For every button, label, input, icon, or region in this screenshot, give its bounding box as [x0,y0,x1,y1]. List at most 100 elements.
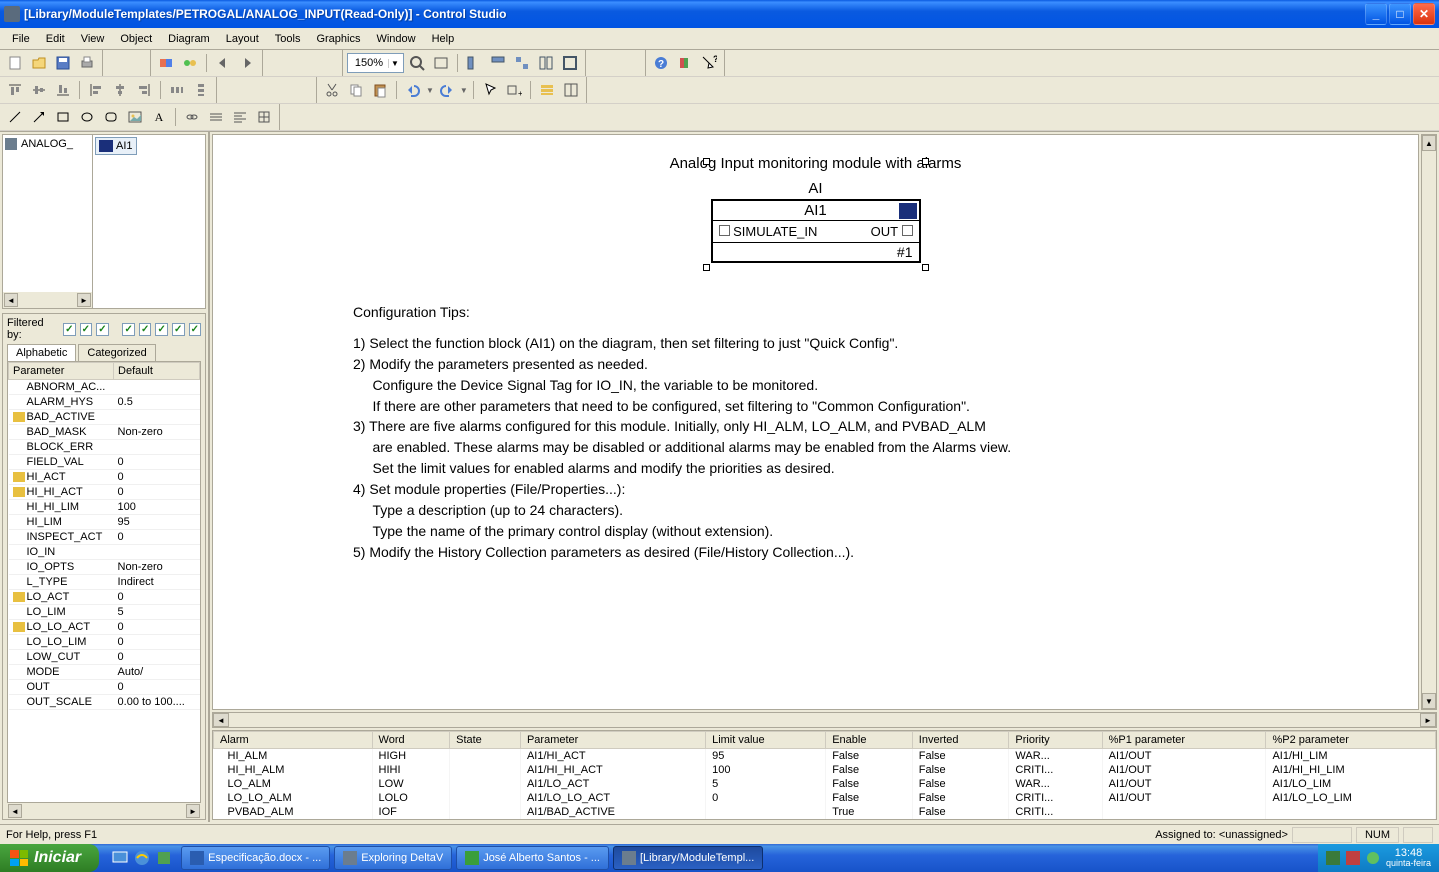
param-header-default[interactable]: Default [114,363,200,380]
tb-arrow-left[interactable] [212,52,234,74]
alarm-header[interactable]: Enable [826,732,913,749]
alarm-row[interactable]: PVBAD_ALMIOFAI1/BAD_ACTIVETrueFalseCRITI… [214,805,1436,819]
save-button[interactable] [52,52,74,74]
alarm-row[interactable]: HI_ALMHIGHAI1/HI_ACT95FalseFalseWAR...AI… [214,749,1436,764]
filter-check-2[interactable]: ✓ [80,323,93,336]
distribute-v-icon[interactable] [190,79,212,101]
filter-check-1[interactable]: ✓ [63,323,76,336]
cut-icon[interactable] [321,79,343,101]
lines2-icon[interactable] [229,106,251,128]
align-middle-icon[interactable] [28,79,50,101]
redo-dropdown-icon[interactable]: ▼ [460,86,468,95]
selection-handle[interactable] [922,158,929,165]
align-top-icon[interactable] [4,79,26,101]
undo-dropdown-icon[interactable]: ▼ [426,86,434,95]
alarm-list-icon[interactable] [536,79,558,101]
param-row[interactable]: L_TYPEIndirect [9,575,200,590]
tray-icon[interactable] [1346,851,1360,865]
view-toggle-icon[interactable] [560,79,582,101]
chevron-down-icon[interactable]: ▼ [388,59,401,68]
menu-window[interactable]: Window [368,31,423,47]
alarm-header[interactable]: State [450,732,521,749]
param-row[interactable]: OUT0 [9,680,200,695]
pointer-icon[interactable] [479,79,501,101]
window-4-icon[interactable] [535,52,557,74]
param-row[interactable]: LO_LO_LIM0 [9,635,200,650]
ql-ie-icon[interactable] [133,849,151,867]
param-row[interactable]: HI_HI_LIM100 [9,500,200,515]
undo-icon[interactable] [402,79,424,101]
hierarchy-scrollbar[interactable]: ◄► [3,292,92,308]
help-icon[interactable]: ? [650,52,672,74]
parameter-grid[interactable]: Parameter Default ABNORM_AC...ALARM_HYS0… [7,361,201,803]
ql-desktop-icon[interactable] [111,849,129,867]
tb-add-block[interactable] [155,52,177,74]
menu-file[interactable]: File [4,31,38,47]
alarm-header[interactable]: Inverted [912,732,1009,749]
filter-check-7[interactable]: ✓ [172,323,185,336]
param-row[interactable]: OUT_SCALE0.00 to 100.... [9,695,200,710]
align-center-icon[interactable] [109,79,131,101]
close-button[interactable]: ✕ [1413,3,1435,25]
taskbar-button[interactable]: José Alberto Santos - ... [456,846,609,870]
menu-object[interactable]: Object [112,31,160,47]
zoom-in-icon[interactable] [406,52,428,74]
tab-categorized[interactable]: Categorized [78,344,155,361]
minimize-button[interactable]: _ [1365,3,1387,25]
selection-handle[interactable] [703,264,710,271]
tb-arrow-right[interactable] [236,52,258,74]
param-row[interactable]: HI_HI_ACT0 [9,485,200,500]
books-icon[interactable] [674,52,696,74]
align-right-icon[interactable] [133,79,155,101]
alarm-row[interactable]: HI_HI_ALMHIHIAI1/HI_HI_ACT100FalseFalseC… [214,763,1436,777]
zoom-combo[interactable]: ▼ [347,53,404,73]
system-tray[interactable]: 13:48 quinta-feira [1318,844,1439,872]
filter-check-3[interactable]: ✓ [96,323,109,336]
new-button[interactable] [4,52,26,74]
print-button[interactable] [76,52,98,74]
alarm-row[interactable]: LO_ALMLOWAI1/LO_ACT5FalseFalseWAR...AI1/… [214,777,1436,791]
align-bottom-icon[interactable] [52,79,74,101]
taskbar-button[interactable]: Exploring DeltaV [334,846,452,870]
selection-handle[interactable] [703,158,710,165]
alarm-header[interactable]: Alarm [214,732,373,749]
alarm-header[interactable]: Parameter [520,732,705,749]
param-row[interactable]: LOW_CUT0 [9,650,200,665]
block-add-icon[interactable]: + [503,79,525,101]
hierarchy-root[interactable]: ANALOG_ [3,135,92,153]
copy-icon[interactable] [345,79,367,101]
rect-tool-icon[interactable] [52,106,74,128]
ellipse-tool-icon[interactable] [76,106,98,128]
diagram-scrollbar-v[interactable]: ▲▼ [1421,134,1437,710]
start-button[interactable]: Iniciar [0,844,99,872]
param-row[interactable]: BAD_ACTIVE [9,410,200,425]
selection-handle[interactable] [922,264,929,271]
clock[interactable]: 13:48 quinta-feira [1386,847,1431,869]
param-row[interactable]: ALARM_HYS0.5 [9,395,200,410]
param-scrollbar-h[interactable]: ◄► [7,803,201,819]
tab-alphabetic[interactable]: Alphabetic [7,344,76,361]
alarm-header[interactable]: Priority [1009,732,1102,749]
param-row[interactable]: BAD_MASKNon-zero [9,425,200,440]
param-row[interactable]: IO_IN [9,545,200,560]
param-row[interactable]: LO_LO_ACT0 [9,620,200,635]
diagram-scrollbar-h[interactable]: ◄► [212,712,1437,728]
param-row[interactable]: INSPECT_ACT0 [9,530,200,545]
output-port[interactable] [902,225,913,236]
input-port[interactable] [719,225,730,236]
arrow-tool-icon[interactable] [28,106,50,128]
alarm-header[interactable]: %P2 parameter [1266,732,1436,749]
whatsthis-icon[interactable]: ? [698,52,720,74]
hierarchy-block[interactable]: AI1 [95,137,137,155]
filter-check-4[interactable]: ✓ [122,323,135,336]
text-tool-icon[interactable]: A [148,106,170,128]
menu-help[interactable]: Help [424,31,463,47]
window-maximize-icon[interactable] [559,52,581,74]
taskbar-button[interactable]: [Library/ModuleTempl... [613,846,763,870]
link-icon[interactable] [181,106,203,128]
taskbar-button[interactable]: Especificação.docx - ... [181,846,330,870]
menu-tools[interactable]: Tools [267,31,309,47]
menu-diagram[interactable]: Diagram [160,31,218,47]
distribute-h-icon[interactable] [166,79,188,101]
param-row[interactable]: ABNORM_AC... [9,380,200,395]
